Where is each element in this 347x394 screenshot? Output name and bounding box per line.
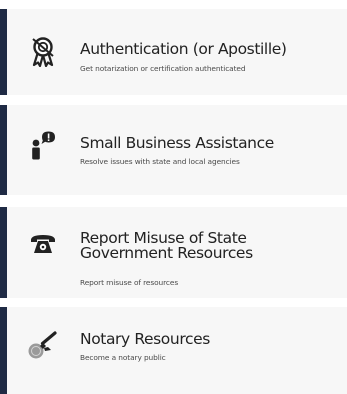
card-subtitle: Become a notary public — [80, 353, 166, 362]
card-accent-bar — [0, 9, 7, 95]
service-card-notary[interactable]: Notary Resources Become a notary public — [0, 307, 347, 394]
card-accent-bar — [0, 207, 7, 298]
service-card-list: Authentication (or Apostille) Get notari… — [0, 0, 347, 394]
card-subtitle: Report misuse of resources — [80, 278, 179, 287]
card-title: Authentication (or Apostille) — [80, 40, 287, 58]
card-title: Report Misuse of State Government Resour… — [80, 229, 253, 262]
telephone-icon — [26, 227, 60, 261]
service-card-report-misuse[interactable]: Report Misuse of State Government Resour… — [0, 207, 347, 298]
service-card-small-business[interactable]: Small Business Assistance Resolve issues… — [0, 105, 347, 195]
notary-stamp-icon — [26, 328, 60, 362]
award-ribbon-icon — [26, 35, 60, 69]
card-title: Small Business Assistance — [80, 134, 274, 152]
card-subtitle: Resolve issues with state and local agen… — [80, 157, 240, 166]
card-accent-bar — [0, 105, 7, 195]
person-speech-icon — [26, 129, 60, 163]
card-title: Notary Resources — [80, 330, 210, 348]
card-subtitle: Get notarization or certification authen… — [80, 64, 246, 73]
card-accent-bar — [0, 307, 7, 394]
service-card-authentication[interactable]: Authentication (or Apostille) Get notari… — [0, 9, 347, 95]
